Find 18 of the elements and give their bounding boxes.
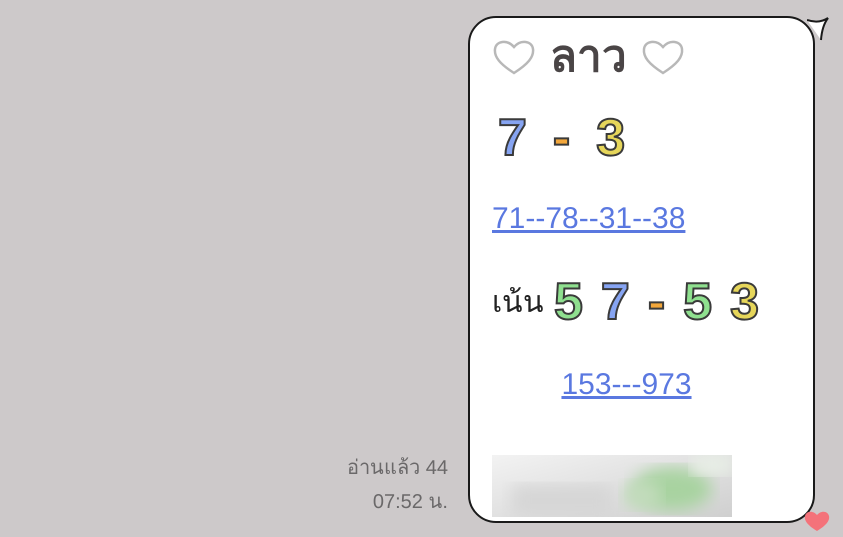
digit: 5 (554, 276, 583, 328)
heart-icon (803, 509, 831, 533)
timestamp: 07:52 น. (372, 490, 448, 515)
digit: 3 (730, 276, 760, 328)
link[interactable]: 153---973 (561, 362, 692, 402)
emphasis-label: เน้น (492, 284, 544, 322)
read-receipt: อ่านแล้ว 44 (347, 456, 448, 481)
bubble-tail-icon (807, 16, 829, 42)
heart-icon (641, 38, 685, 76)
digit: 3 (596, 112, 626, 164)
dash: - (648, 276, 666, 328)
digit: 5 (683, 276, 712, 328)
title: ลาว (550, 35, 627, 79)
dash: - (552, 112, 570, 164)
digit: 7 (600, 276, 630, 328)
heart-icon (492, 38, 536, 76)
link[interactable]: 71--78--31--38 (492, 196, 686, 236)
digit: 7 (498, 112, 527, 164)
